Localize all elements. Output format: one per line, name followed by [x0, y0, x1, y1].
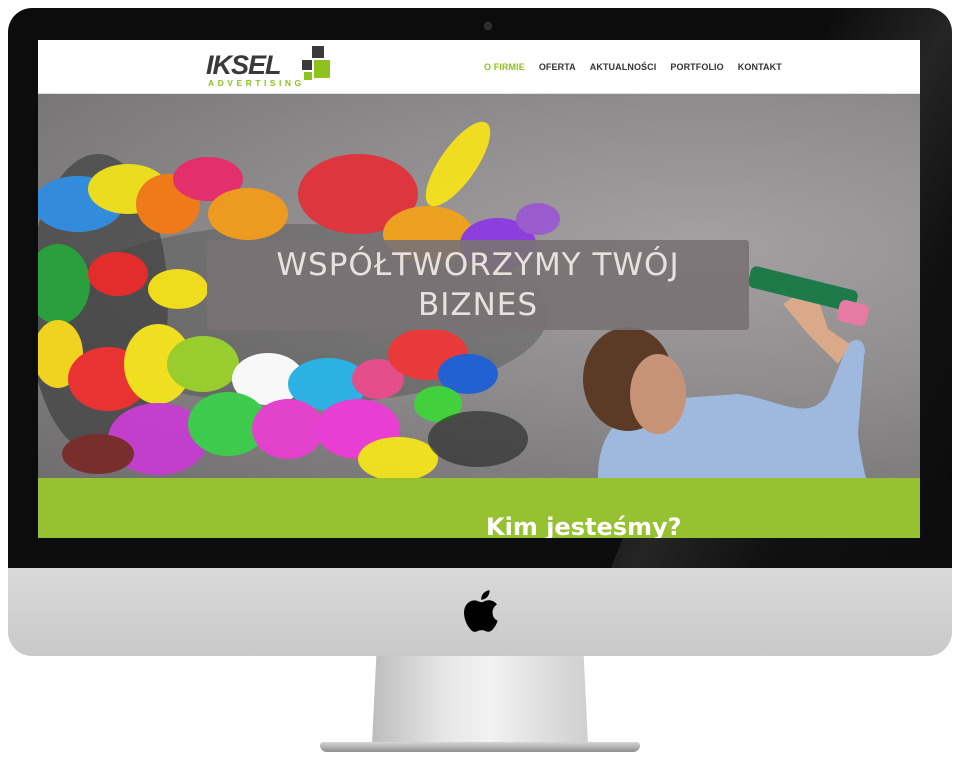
- nav-item-aktualnosci[interactable]: AKTUALNOŚCI: [590, 61, 657, 73]
- hero-caption-box: WSPÓŁTWORZYMY TWÓJ BIZNES: [207, 240, 749, 330]
- about-title: Kim jesteśmy?: [486, 513, 682, 538]
- hero-banner: WSPÓŁTWORZYMY TWÓJ BIZNES: [38, 94, 920, 478]
- site-header: IKSEL ADVERTISING O FIRMIE OFERTA AKTUAL…: [38, 40, 920, 94]
- hero-title: WSPÓŁTWORZYMY TWÓJ BIZNES: [276, 247, 680, 323]
- nav-item-oferta[interactable]: OFERTA: [539, 61, 576, 73]
- nav-item-portfolio[interactable]: PORTFOLIO: [670, 61, 723, 73]
- apple-icon: [464, 590, 498, 632]
- monitor-stand: [372, 656, 588, 744]
- camera-icon: [484, 22, 492, 30]
- about-section: Kim jesteśmy?: [38, 478, 920, 538]
- screen: IKSEL ADVERTISING O FIRMIE OFERTA AKTUAL…: [38, 40, 920, 538]
- logo-tagline: ADVERTISING: [208, 78, 305, 88]
- main-nav: O FIRMIE OFERTA AKTUALNOŚCI PORTFOLIO KO…: [484, 61, 796, 73]
- nav-item-o-firmie[interactable]: O FIRMIE: [484, 61, 525, 73]
- monitor-stand-base: [320, 742, 640, 752]
- nav-item-kontakt[interactable]: KONTAKT: [738, 61, 782, 73]
- site-logo[interactable]: IKSEL ADVERTISING: [206, 46, 332, 88]
- logo-wordmark: IKSEL: [206, 50, 282, 80]
- logo-blocks-icon: [302, 46, 332, 82]
